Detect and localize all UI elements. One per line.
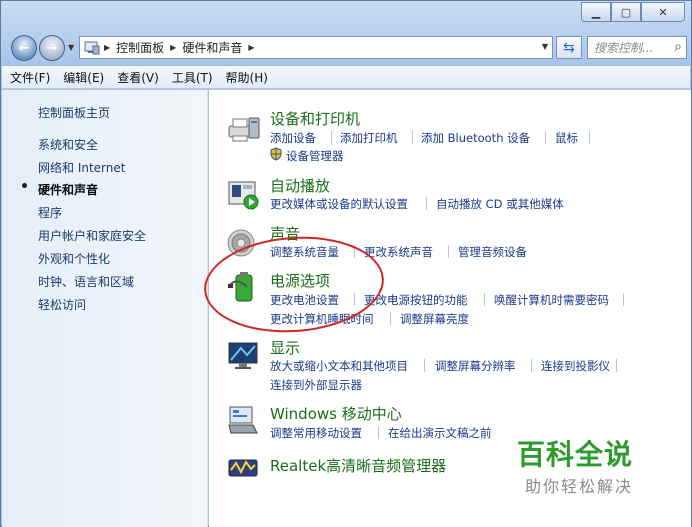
link-separator <box>448 245 449 258</box>
forward-arrow-icon: → <box>46 40 58 56</box>
autoplay-icon <box>228 181 259 210</box>
navigation-bar: ← → ▼ ▶ 控制面板 ▶ 硬件和声音 ▶ ▼ ⇆ 搜索控制... ⌕ <box>9 33 687 61</box>
sidebar-item-clock-region[interactable]: 时钟、语言和区域 <box>38 273 134 290</box>
category-title-realtek-audio-manager[interactable]: Realtek高清晰音频管理器 <box>270 455 446 476</box>
navigation-pane: 控制面板主页 系统和安全 网络和 Internet 硬件和声音 程序 用户帐户和… <box>2 90 208 527</box>
minimize-button[interactable]: ▁ <box>581 2 611 22</box>
link-manage-audio-devices[interactable]: 管理音频设备 <box>458 244 527 260</box>
link-require-password-on-wakeup[interactable]: 唤醒计算机时需要密码 <box>494 292 609 308</box>
menu-edit[interactable]: 编辑(E) <box>63 69 104 86</box>
link-add-bluetooth-device[interactable]: 添加 Bluetooth 设备 <box>421 130 530 146</box>
back-arrow-icon: ← <box>18 40 30 56</box>
menu-bar: 文件(F) 编辑(E) 查看(V) 工具(T) 帮助(H) <box>2 65 690 89</box>
menu-tools[interactable]: 工具(T) <box>172 69 213 86</box>
link-separator <box>545 131 546 144</box>
printer-icon <box>228 117 260 142</box>
maximize-button[interactable]: ▢ <box>611 2 641 22</box>
link-adjust-screen-brightness[interactable]: 调整屏幕亮度 <box>400 311 469 327</box>
link-change-default-media-settings[interactable]: 更改媒体或设备的默认设置 <box>270 196 408 212</box>
control-panel-icon <box>84 41 100 54</box>
sidebar-item-hardware-sound[interactable]: 硬件和声音 <box>38 181 98 198</box>
sidebar-item-user-accounts[interactable]: 用户帐户和家庭安全 <box>38 227 146 244</box>
mobility-center-icon <box>228 406 258 434</box>
breadcrumb-separator-icon: ▶ <box>170 43 177 52</box>
link-connect-projector[interactable]: 连接到投影仪 <box>541 358 610 374</box>
menu-help[interactable]: 帮助(H) <box>226 69 268 86</box>
link-before-presentation[interactable]: 在给出演示文稿之前 <box>388 425 492 441</box>
address-dropdown-icon[interactable]: ▼ <box>542 42 548 51</box>
sidebar-item-network[interactable]: 网络和 Internet <box>38 159 125 176</box>
link-separator <box>623 293 624 306</box>
link-separator <box>616 359 617 372</box>
link-separator <box>589 131 590 144</box>
link-text-size[interactable]: 放大或缩小文本和其他项目 <box>270 358 408 374</box>
link-separator <box>331 131 332 144</box>
shield-icon <box>270 147 282 161</box>
menu-file[interactable]: 文件(F) <box>10 69 50 86</box>
search-input[interactable]: 搜索控制... ⌕ <box>587 36 687 59</box>
sidebar-item-ease-of-access[interactable]: 轻松访问 <box>38 296 86 313</box>
link-mouse[interactable]: 鼠标 <box>555 130 578 146</box>
link-connect-external-display[interactable]: 连接到外部显示器 <box>270 377 362 393</box>
category-title-autoplay[interactable]: 自动播放 <box>270 175 330 196</box>
sidebar-item-appearance[interactable]: 外观和个性化 <box>38 250 110 267</box>
breadcrumb-separator-icon: ▶ <box>248 43 255 52</box>
search-icon[interactable]: ⌕ <box>674 39 682 55</box>
maximize-icon: ▢ <box>620 5 632 19</box>
recent-pages-dropdown[interactable]: ▼ <box>68 43 74 52</box>
link-add-printer[interactable]: 添加打印机 <box>340 130 398 146</box>
link-separator <box>390 312 391 325</box>
link-separator <box>531 359 532 372</box>
category-title-devices-printers[interactable]: 设备和打印机 <box>270 108 360 129</box>
menu-view[interactable]: 查看(V) <box>117 69 159 86</box>
link-separator <box>484 293 485 306</box>
address-bar[interactable]: ▶ 控制面板 ▶ 硬件和声音 ▶ ▼ <box>79 36 553 59</box>
caption-buttons: ▁ ▢ ✕ <box>581 2 685 22</box>
close-button[interactable]: ✕ <box>641 2 685 22</box>
minimize-icon: ▁ <box>591 5 601 19</box>
breadcrumb-separator-icon: ▶ <box>104 43 111 52</box>
watermark-subtitle: 助你轻松解决 <box>525 477 634 496</box>
control-panel-window: ▁ ▢ ✕ ← → ▼ ▶ 控制面板 ▶ 硬件和声音 ▶ ▼ ⇆ 搜索控制...… <box>0 0 692 527</box>
link-separator <box>426 197 427 210</box>
watermark-title: 百科全说 <box>517 438 634 471</box>
back-button[interactable]: ← <box>11 35 37 61</box>
link-separator <box>424 359 425 372</box>
link-separator <box>378 426 379 439</box>
refresh-button[interactable]: ⇆ <box>556 36 582 59</box>
sidebar-item-programs[interactable]: 程序 <box>38 204 62 221</box>
close-icon: ✕ <box>658 5 668 19</box>
monitor-icon <box>228 342 258 369</box>
link-screen-resolution[interactable]: 调整屏幕分辨率 <box>435 358 516 374</box>
active-item-bullet-icon <box>22 183 27 188</box>
category-title-mobility-center[interactable]: Windows 移动中心 <box>270 403 402 424</box>
sidebar-item-home[interactable]: 控制面板主页 <box>38 104 110 121</box>
breadcrumb-hardware-sound[interactable]: 硬件和声音 <box>182 39 242 56</box>
link-change-system-sounds[interactable]: 更改系统声音 <box>364 244 433 260</box>
forward-button[interactable]: → <box>39 35 65 61</box>
breadcrumb-control-panel[interactable]: 控制面板 <box>116 39 164 56</box>
link-device-manager[interactable]: 设备管理器 <box>286 148 344 164</box>
refresh-icon: ⇆ <box>563 39 575 56</box>
realtek-audio-icon <box>228 459 258 477</box>
link-separator <box>412 131 413 144</box>
link-add-device[interactable]: 添加设备 <box>270 130 316 146</box>
link-adjust-mobility-settings[interactable]: 调整常用移动设置 <box>270 425 362 441</box>
category-title-display[interactable]: 显示 <box>270 337 300 358</box>
sidebar-item-system-security[interactable]: 系统和安全 <box>38 136 98 153</box>
link-autoplay-cd[interactable]: 自动播放 CD 或其他媒体 <box>436 196 564 212</box>
search-placeholder: 搜索控制... <box>594 41 654 55</box>
